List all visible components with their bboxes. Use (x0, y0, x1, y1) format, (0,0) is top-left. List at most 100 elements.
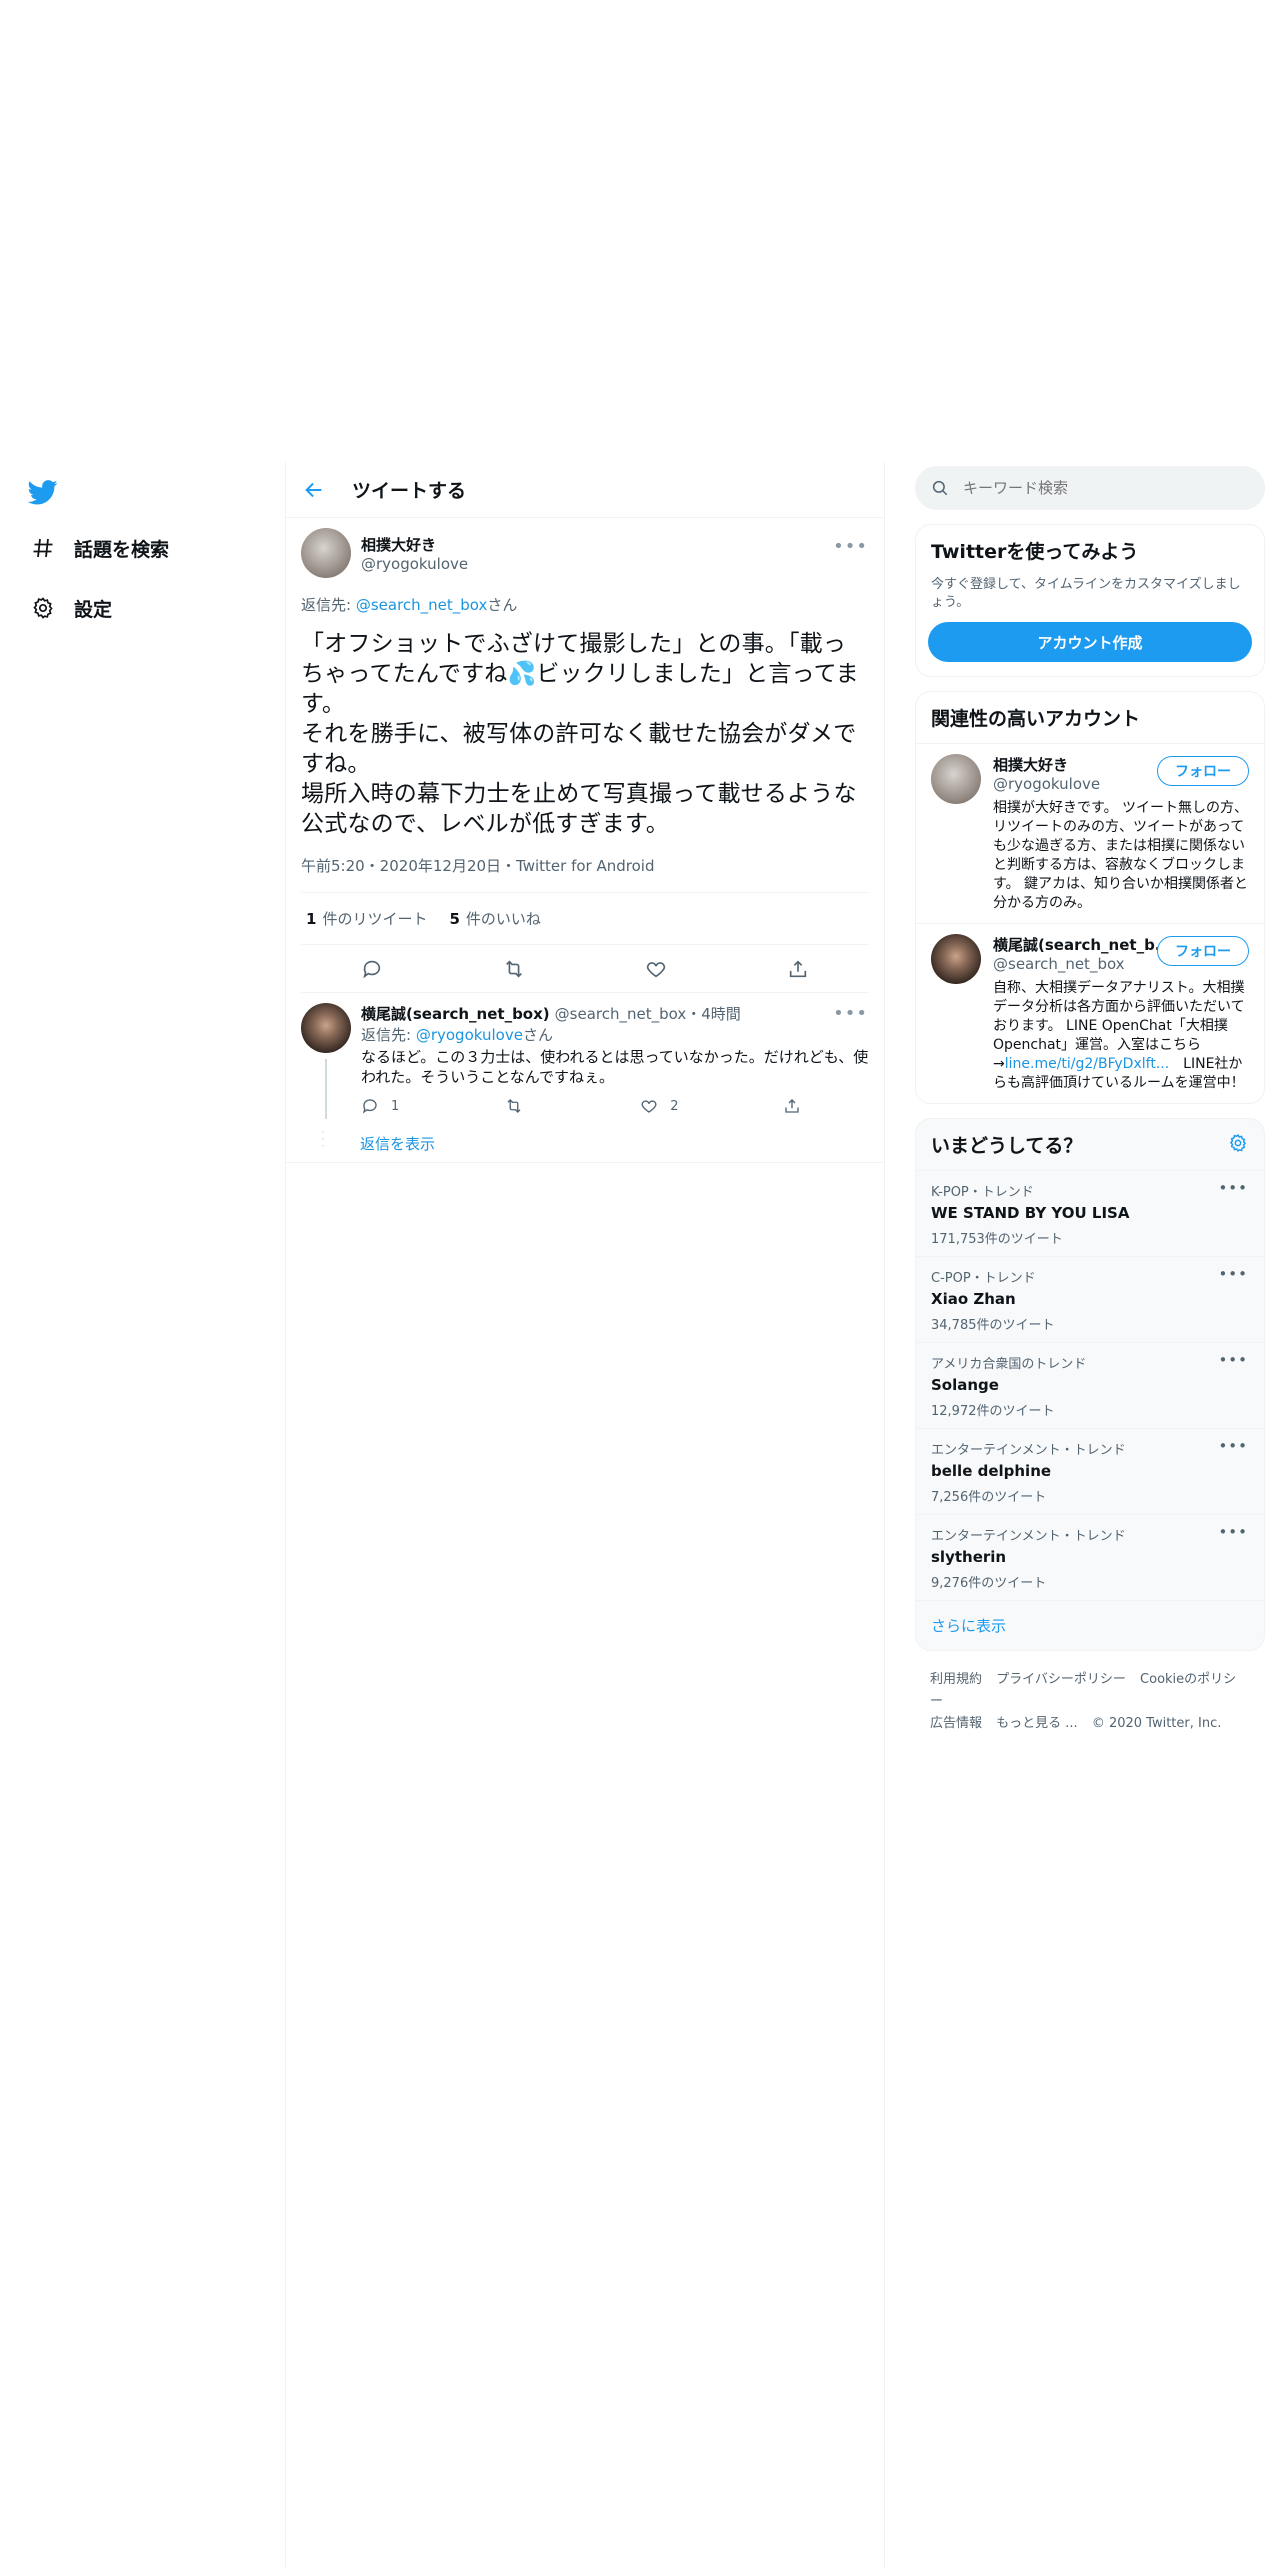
reply-avatar[interactable] (301, 1003, 351, 1053)
thread-dots: · · · (321, 1125, 325, 1153)
focused-tweet: 相撲大好き @ryogokulove ••• 返信先: @search_net_… (286, 518, 884, 993)
reply-more-options-button[interactable]: ••• (833, 1003, 868, 1024)
signup-desc: 今すぐ登録して、タイムラインをカスタマイズしましょう。 (931, 577, 1241, 610)
reply-like-button[interactable]: 2 (640, 1097, 679, 1115)
retweet-count-link[interactable]: 1 件のリツイート (306, 908, 427, 929)
footer-link-more[interactable]: もっと見る ... (996, 1716, 1078, 1731)
reply-tweet[interactable]: 横尾誠(search_net_box) @search_net_box ・4時間… (286, 993, 884, 1163)
author-name: 相撲大好き (361, 535, 437, 554)
reply-reply-button[interactable]: 1 (361, 1097, 399, 1115)
account-bio: 自称、大相撲データアナリスト。大相撲データ分析は各方面から評価いただいております… (993, 979, 1249, 1093)
main-column: ツイートする 相撲大好き @ryogokulove ••• 返信先: @sear… (285, 462, 885, 2568)
trend-more-button[interactable]: ••• (1218, 1523, 1248, 1541)
reply-to-line: 返信先: @ryogokuloveさん (361, 1024, 869, 1045)
trend-item[interactable]: アメリカ合衆国のトレンド Solange 12,972件のツイート ••• (916, 1342, 1264, 1428)
search-box[interactable] (915, 466, 1265, 510)
trend-count: 171,753件のツイート (931, 1232, 1063, 1247)
tweet-header: 相撲大好き @ryogokulove ••• (301, 518, 869, 580)
reply-suffix: さん (522, 1026, 553, 1044)
back-arrow-icon (305, 482, 322, 497)
nav-settings-label: 設定 (74, 598, 113, 621)
reply-header: 横尾誠(search_net_box) @search_net_box ・4時間 (361, 1003, 869, 1024)
reply-time[interactable]: ・4時間 (686, 1003, 741, 1024)
reply-avatar-col (301, 1003, 351, 1162)
tweet-author[interactable]: 相撲大好き @ryogokulove (361, 534, 468, 573)
footer-link-terms[interactable]: 利用規約 (930, 1672, 982, 1687)
reply-icon (363, 960, 381, 978)
trend-more-button[interactable]: ••• (1218, 1437, 1248, 1455)
account-item[interactable]: 相撲大好き @ryogokulove 相撲が大好きです。 ツイート無しの方、リツ… (916, 743, 1264, 923)
reply-reply-count: 1 (391, 1098, 400, 1114)
trend-item[interactable]: K-POP・トレンド WE STAND BY YOU LISA 171,753件… (916, 1170, 1264, 1256)
retweet-icon (506, 959, 522, 978)
page-title: ツイートする (352, 480, 467, 502)
account-bio-link[interactable]: line.me/ti/g2/BFyDxlft... (1005, 1056, 1169, 1072)
account-item[interactable]: 横尾誠(search_net_b... @search_net_box 自称、大… (916, 923, 1264, 1103)
trend-item[interactable]: エンターテインメント・トレンド belle delphine 7,256件のツイ… (916, 1428, 1264, 1514)
share-button[interactable] (778, 949, 818, 989)
show-more-trends-link[interactable]: さらに表示 (916, 1600, 1264, 1650)
footer: 利用規約 プライバシーポリシー Cookieのポリシー 広告情報 もっと見る .… (915, 1651, 1265, 1753)
like-button[interactable] (636, 949, 676, 989)
reply-text: なるほど。この３力士は、使われるとは思っていなかった。だけれども、使われた。そう… (361, 1048, 869, 1086)
search-input[interactable] (963, 479, 1223, 497)
create-account-button[interactable]: アカウント作成 (928, 622, 1252, 662)
trend-category: K-POP・トレンド (931, 1185, 1034, 1200)
reply-share-button[interactable] (783, 1097, 801, 1115)
reply-to-line: 返信先: @search_net_boxさん (301, 594, 869, 615)
avatar[interactable] (301, 528, 351, 578)
trend-item[interactable]: C-POP・トレンド Xiao Zhan 34,785件のツイート ••• (916, 1256, 1264, 1342)
tweet-stats: 1 件のリツイート 5 件のいいね (301, 893, 869, 945)
retweet-icon (507, 1099, 521, 1113)
tweet-actions (301, 945, 869, 993)
trend-more-button[interactable]: ••• (1218, 1351, 1248, 1369)
account-bio: 相撲が大好きです。 ツイート無しの方、リツイートのみの方、ツイートがあっても少な… (993, 800, 1249, 911)
reply-prefix: 返信先: (361, 1026, 416, 1044)
thread-line (325, 1059, 327, 1119)
related-title: 関連性の高いアカウント (931, 708, 1141, 730)
reply-to-link[interactable]: @ryogokulove (416, 1026, 523, 1044)
reply-to-link[interactable]: @search_net_box (356, 596, 488, 614)
follow-button[interactable]: フォロー (1157, 936, 1249, 966)
trend-category: エンターテインメント・トレンド (931, 1443, 1126, 1458)
reply-icon (362, 1099, 377, 1114)
footer-link-privacy[interactable]: プライバシーポリシー (996, 1672, 1126, 1687)
gear-icon[interactable] (1228, 1133, 1248, 1153)
heart-icon (646, 961, 666, 977)
twitter-bird-icon[interactable] (27, 477, 62, 511)
trend-more-button[interactable]: ••• (1218, 1179, 1248, 1197)
hashtag-icon (28, 533, 58, 563)
reply-button[interactable] (352, 949, 392, 989)
trend-category: エンターテインメント・トレンド (931, 1529, 1126, 1544)
trend-count: 7,256件のツイート (931, 1490, 1047, 1505)
share-icon (789, 959, 807, 977)
follow-button[interactable]: フォロー (1157, 756, 1249, 786)
trend-item[interactable]: エンターテインメント・トレンド slytherin 9,276件のツイート ••… (916, 1514, 1264, 1600)
account-avatar[interactable] (931, 754, 981, 804)
nav-explore[interactable]: 話題を検索 (28, 528, 169, 568)
gear-icon (28, 593, 58, 623)
like-count-link[interactable]: 5 件のいいね (449, 908, 540, 929)
related-accounts-card: 関連性の高いアカウント 相撲大好き @ryogokulove 相撲が大好きです。… (915, 691, 1265, 1104)
like-count: 5 (449, 910, 460, 928)
signup-card: Twitterを使ってみよう 今すぐ登録して、タイムラインをカスタマイズしましょ… (915, 524, 1265, 677)
reply-retweet-button[interactable] (504, 1097, 536, 1115)
trend-name: WE STAND BY YOU LISA (931, 1204, 1130, 1222)
signup-title: Twitterを使ってみよう (931, 541, 1139, 563)
account-avatar[interactable] (931, 934, 981, 984)
trends-card: いまどうしてる？ K-POP・トレンド WE STAND BY YOU LISA… (915, 1118, 1265, 1651)
retweet-button[interactable] (494, 949, 534, 989)
reply-author-handle: @search_net_box (554, 1004, 687, 1023)
back-button[interactable] (286, 462, 342, 518)
nav-explore-label: 話題を検索 (74, 538, 170, 561)
reply-author-name[interactable]: 横尾誠(search_net_box) (361, 1003, 550, 1024)
trend-category: アメリカ合衆国のトレンド (931, 1357, 1087, 1372)
tweet-meta[interactable]: 午前5:20・2020年12月20日・Twitter for Android (301, 855, 869, 893)
more-options-button[interactable]: ••• (833, 536, 868, 557)
reply-body: 横尾誠(search_net_box) @search_net_box ・4時間… (361, 1003, 869, 1162)
nav-settings[interactable]: 設定 (28, 588, 112, 628)
trend-name: Solange (931, 1376, 999, 1394)
footer-link-ads[interactable]: 広告情報 (930, 1716, 982, 1731)
show-replies-link[interactable]: 返信を表示 (360, 1133, 435, 1154)
trend-more-button[interactable]: ••• (1218, 1265, 1248, 1283)
